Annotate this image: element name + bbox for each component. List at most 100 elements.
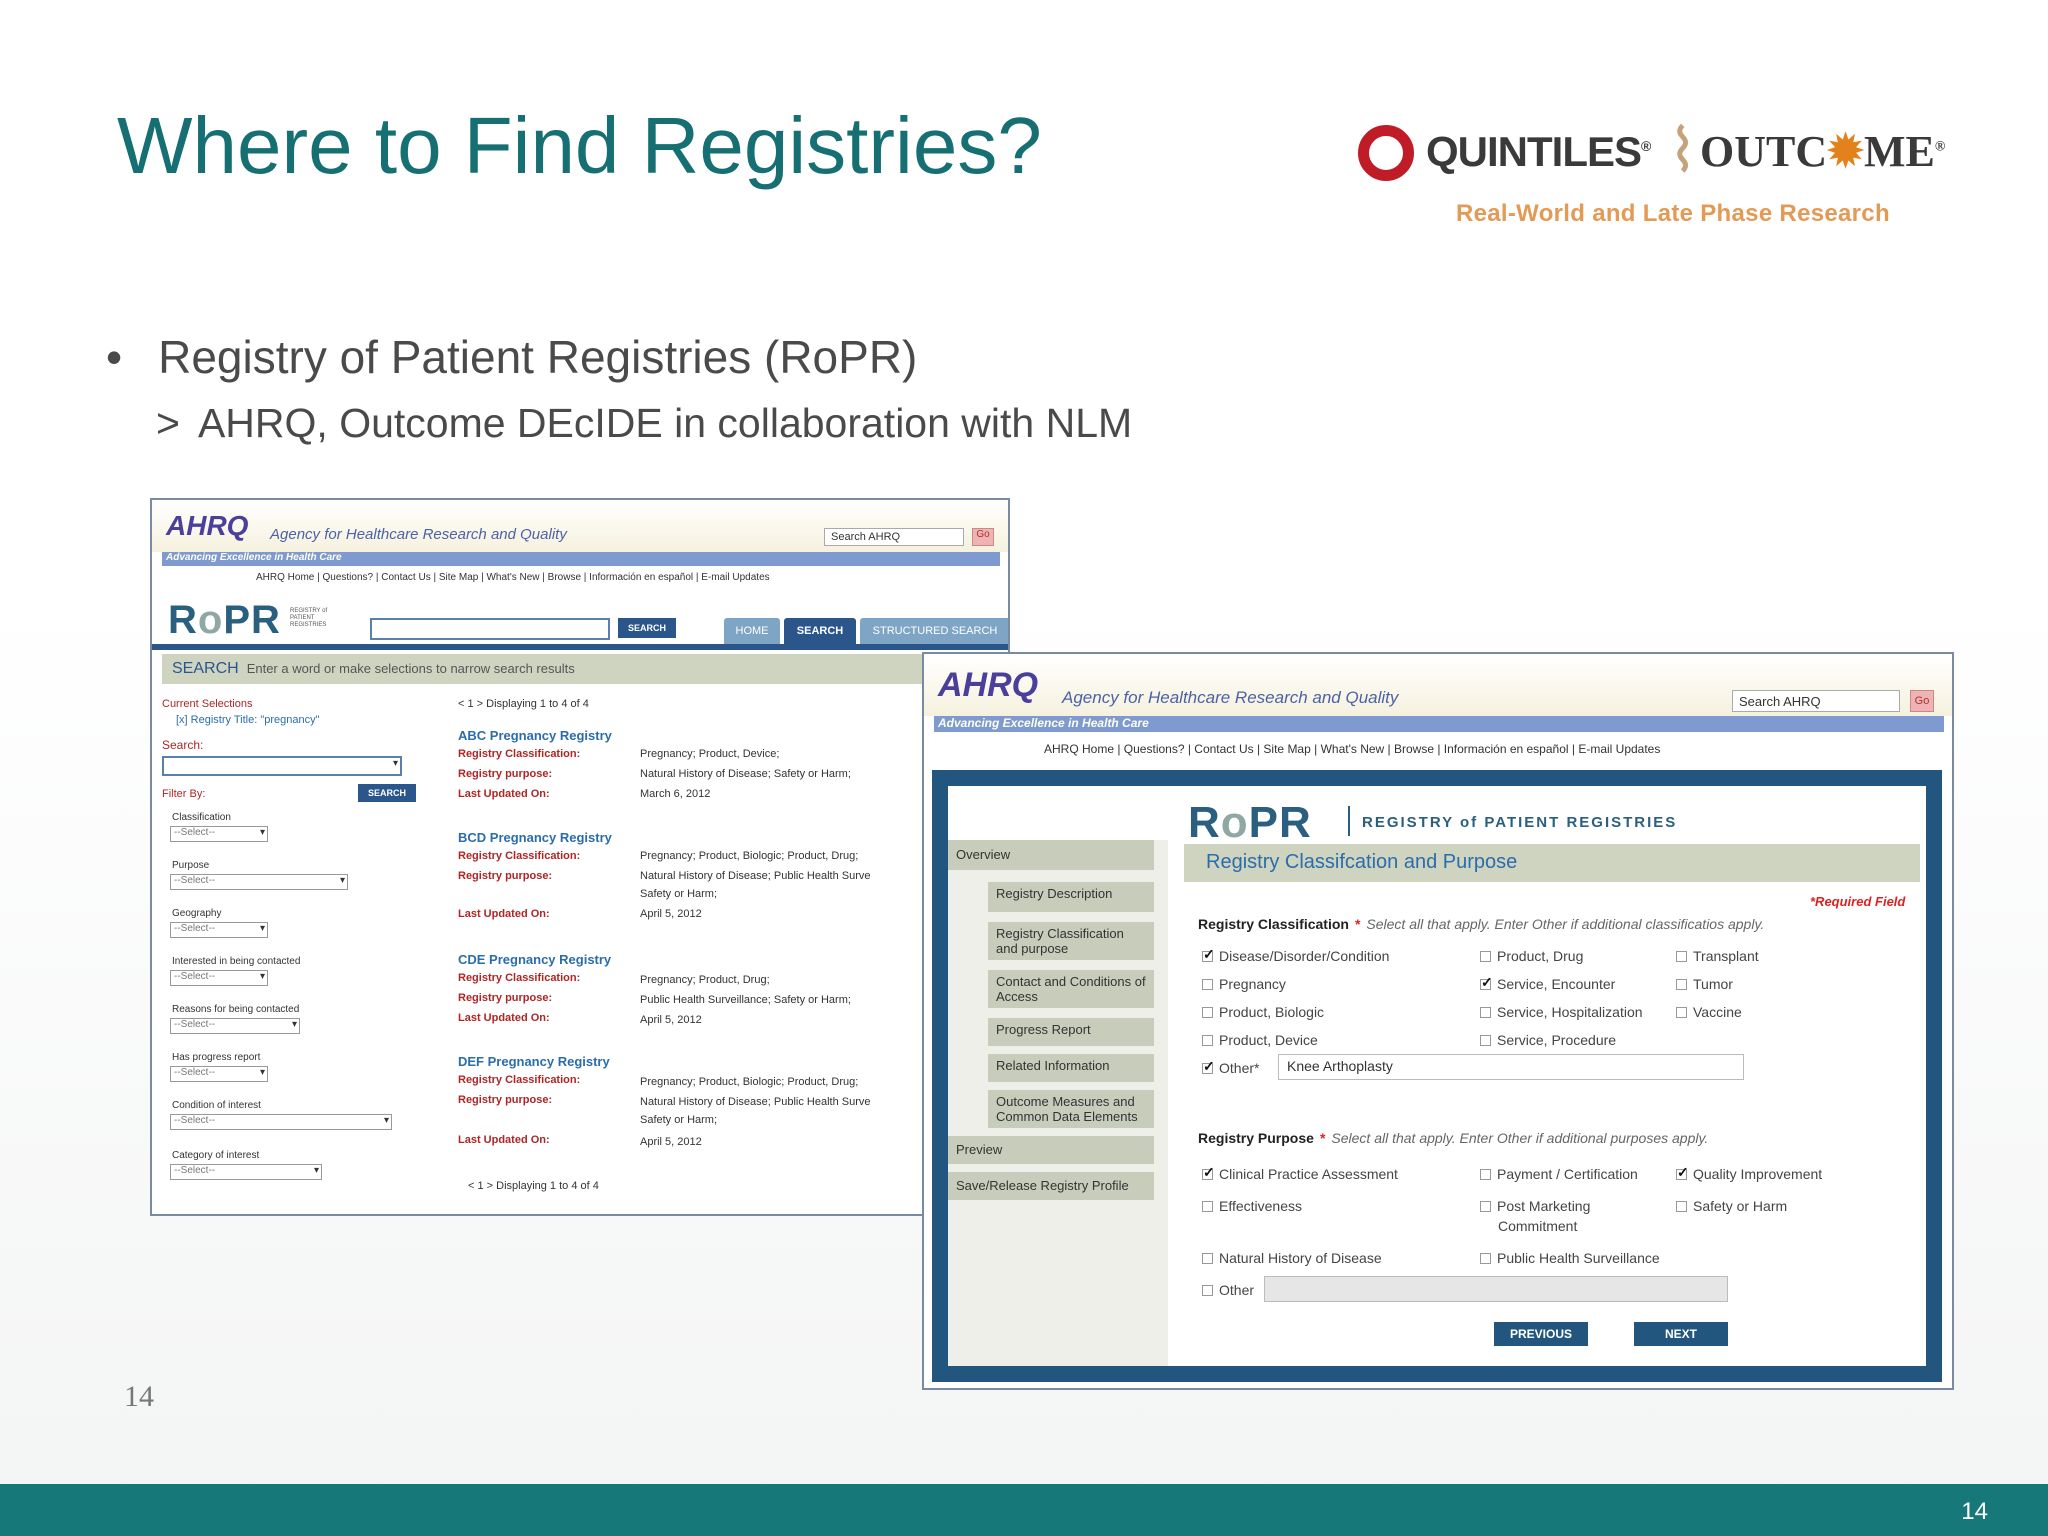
filter-condition-select[interactable]: --Select-- <box>170 1114 392 1130</box>
result-value: Pregnancy; Product, Drug; <box>640 974 770 986</box>
result-title[interactable]: CDE Pregnancy Registry <box>458 952 611 967</box>
slide-title: Where to Find Registries? <box>117 101 1042 190</box>
subbullet-ahrq: > AHRQ, Outcome DEcIDE in collaboration w… <box>156 400 1133 446</box>
checkbox-other-classification[interactable]: Other* <box>1202 1058 1259 1076</box>
other-classification-input[interactable]: Knee Arthoplasty <box>1278 1054 1744 1080</box>
logo-tagline: Real-World and Late Phase Research <box>1456 200 1890 227</box>
selection-chip[interactable]: [x] Registry Title: "pregnancy" <box>176 714 320 726</box>
ahrq-tagline-strip: Advancing Excellence in Health Care <box>934 716 1944 732</box>
nav-registry-classification[interactable]: Registry Classification and purpose <box>988 922 1154 960</box>
checkbox-safety-harm[interactable]: Safety or Harm <box>1676 1198 1787 1214</box>
ropr-logo-subtitle: REGISTRY of PATIENT REGISTRIES <box>290 608 328 628</box>
checkbox-icon <box>1202 979 1213 990</box>
filter-purpose-label: Purpose <box>172 860 210 871</box>
checkbox-quality-improvement[interactable]: Quality Improvement <box>1676 1164 1822 1182</box>
tab-structured-search[interactable]: STRUCTURED SEARCH <box>860 618 1008 644</box>
subbullet-arrow-icon: > <box>156 400 180 446</box>
filter-contacted-label: Interested in being contacted <box>172 956 301 967</box>
tab-search[interactable]: SEARCH <box>784 618 856 644</box>
ropr-search-input[interactable] <box>370 618 610 640</box>
checkbox-icon <box>1202 1035 1213 1046</box>
checkbox-public-health[interactable]: Public Health Surveillance <box>1480 1250 1660 1266</box>
filter-purpose-select[interactable]: --Select-- <box>170 874 348 890</box>
checkbox-vaccine[interactable]: Vaccine <box>1676 1004 1742 1020</box>
nav-registry-description[interactable]: Registry Description <box>988 882 1154 912</box>
checkbox-product-device[interactable]: Product, Device <box>1202 1032 1318 1048</box>
result-key: Registry Classification: <box>458 850 581 862</box>
result-value: Safety or Harm; <box>640 888 718 900</box>
result-key: Registry purpose: <box>458 870 553 882</box>
checkbox-other-purpose[interactable]: Other <box>1202 1282 1254 1298</box>
checkbox-icon <box>1676 1164 1689 1181</box>
ahrq-top-links[interactable]: AHRQ Home | Questions? | Contact Us | Si… <box>1044 742 1660 756</box>
required-field-note: *Required Field <box>1810 894 1906 909</box>
result-key: Registry Classification: <box>458 1074 581 1086</box>
checkbox-service-encounter[interactable]: Service, Encounter <box>1480 974 1615 992</box>
search-ahrq-input[interactable]: Search AHRQ <box>824 528 964 546</box>
filter-geography-select[interactable]: --Select-- <box>170 922 268 938</box>
filter-category-select[interactable]: --Select-- <box>170 1164 322 1180</box>
nav-save-release[interactable]: Save/Release Registry Profile <box>948 1172 1154 1200</box>
checkbox-post-marketing[interactable]: Post Marketing <box>1480 1198 1590 1214</box>
result-title[interactable]: DEF Pregnancy Registry <box>458 1054 610 1069</box>
result-key: Last Updated On: <box>458 1012 550 1024</box>
checkbox-product-biologic[interactable]: Product, Biologic <box>1202 1004 1324 1020</box>
results-paging-top[interactable]: < 1 > Displaying 1 to 4 of 4 <box>458 698 589 710</box>
checkbox-effectiveness[interactable]: Effectiveness <box>1202 1198 1302 1214</box>
checkbox-natural-history[interactable]: Natural History of Disease <box>1202 1250 1382 1266</box>
next-button[interactable]: NEXT <box>1634 1322 1728 1346</box>
quintiles-outcome-logo: QUINTILES® ⌇ OUTC✹ME® Real-World and Lat… <box>1350 110 1970 240</box>
ropr-search-screenshot: AHRQ Agency for Healthcare Research and … <box>150 498 1010 1216</box>
tab-home[interactable]: HOME <box>724 618 780 644</box>
nav-overview[interactable]: Overview <box>948 840 1154 870</box>
nav-preview[interactable]: Preview <box>948 1136 1154 1164</box>
ahrq-tagline-strip: Advancing Excellence in Health Care <box>162 552 1000 566</box>
ahrq-top-links[interactable]: AHRQ Home | Questions? | Contact Us | Si… <box>256 572 770 583</box>
checkbox-clinical-practice[interactable]: Clinical Practice Assessment <box>1202 1164 1398 1182</box>
checkbox-service-hospitalization[interactable]: Service, Hospitalization <box>1480 1004 1643 1020</box>
checkbox-tumor[interactable]: Tumor <box>1676 976 1733 992</box>
ropr-form-panel: RoPR REGISTRY of PATIENT REGISTRIES Over… <box>948 786 1926 1366</box>
bullet-dot-icon: • <box>106 331 123 383</box>
filter-progress-select[interactable]: --Select-- <box>170 1066 268 1082</box>
results-paging-bottom[interactable]: < 1 > Displaying 1 to 4 of 4 <box>468 1180 599 1192</box>
filter-classification-select[interactable]: --Select-- <box>170 826 268 842</box>
result-title[interactable]: BCD Pregnancy Registry <box>458 830 612 845</box>
page-number-footer: 14 <box>1961 1498 1988 1525</box>
checkbox-transplant[interactable]: Transplant <box>1676 948 1759 964</box>
filter-reasons-select[interactable]: --Select-- <box>170 1018 300 1034</box>
nav-progress-report[interactable]: Progress Report <box>988 1018 1154 1046</box>
result-value: Safety or Harm; <box>640 1114 718 1126</box>
filter-contacted-select[interactable]: --Select-- <box>170 970 268 986</box>
checkbox-payment-certification[interactable]: Payment / Certification <box>1480 1166 1638 1182</box>
nav-related-information[interactable]: Related Information <box>988 1054 1154 1082</box>
checkbox-icon <box>1202 1007 1213 1018</box>
checkbox-service-procedure[interactable]: Service, Procedure <box>1480 1032 1616 1048</box>
result-value: Pregnancy; Product, Device; <box>640 748 780 760</box>
result-title[interactable]: ABC Pregnancy Registry <box>458 728 612 743</box>
filter-search-button[interactable]: SEARCH <box>358 784 416 802</box>
checkbox-product-drug[interactable]: Product, Drug <box>1480 948 1583 964</box>
post-marketing-continuation: Commitment <box>1498 1218 1578 1234</box>
checkbox-pregnancy[interactable]: Pregnancy <box>1202 976 1286 992</box>
ropr-search-button[interactable]: SEARCH <box>618 618 676 638</box>
ropr-form-frame: RoPR REGISTRY of PATIENT REGISTRIES Over… <box>932 770 1942 1382</box>
previous-button[interactable]: PREVIOUS <box>1494 1322 1588 1346</box>
result-key: Last Updated On: <box>458 788 550 800</box>
checkbox-icon <box>1480 1201 1491 1212</box>
checkbox-icon <box>1202 1285 1213 1296</box>
other-purpose-input[interactable] <box>1264 1276 1728 1302</box>
search-ahrq-input[interactable]: Search AHRQ <box>1732 690 1900 712</box>
form-sidebar-nav: Overview Registry Description Registry C… <box>948 840 1168 1366</box>
filter-classification-label: Classification <box>172 812 231 823</box>
result-key: Registry Classification: <box>458 972 581 984</box>
nav-contact-conditions[interactable]: Contact and Conditions of Access <box>988 970 1154 1008</box>
checkbox-disease[interactable]: Disease/Disorder/Condition <box>1202 946 1389 964</box>
go-button[interactable]: Go <box>1910 690 1934 712</box>
sidebar-search-input[interactable] <box>162 756 402 776</box>
checkbox-icon <box>1480 1253 1491 1264</box>
go-button[interactable]: Go <box>972 528 994 546</box>
ropr-logo-subtitle: REGISTRY of PATIENT REGISTRIES <box>1362 814 1678 831</box>
nav-outcome-measures[interactable]: Outcome Measures and Common Data Element… <box>988 1090 1154 1128</box>
filter-by-label: Filter By: <box>162 788 206 800</box>
